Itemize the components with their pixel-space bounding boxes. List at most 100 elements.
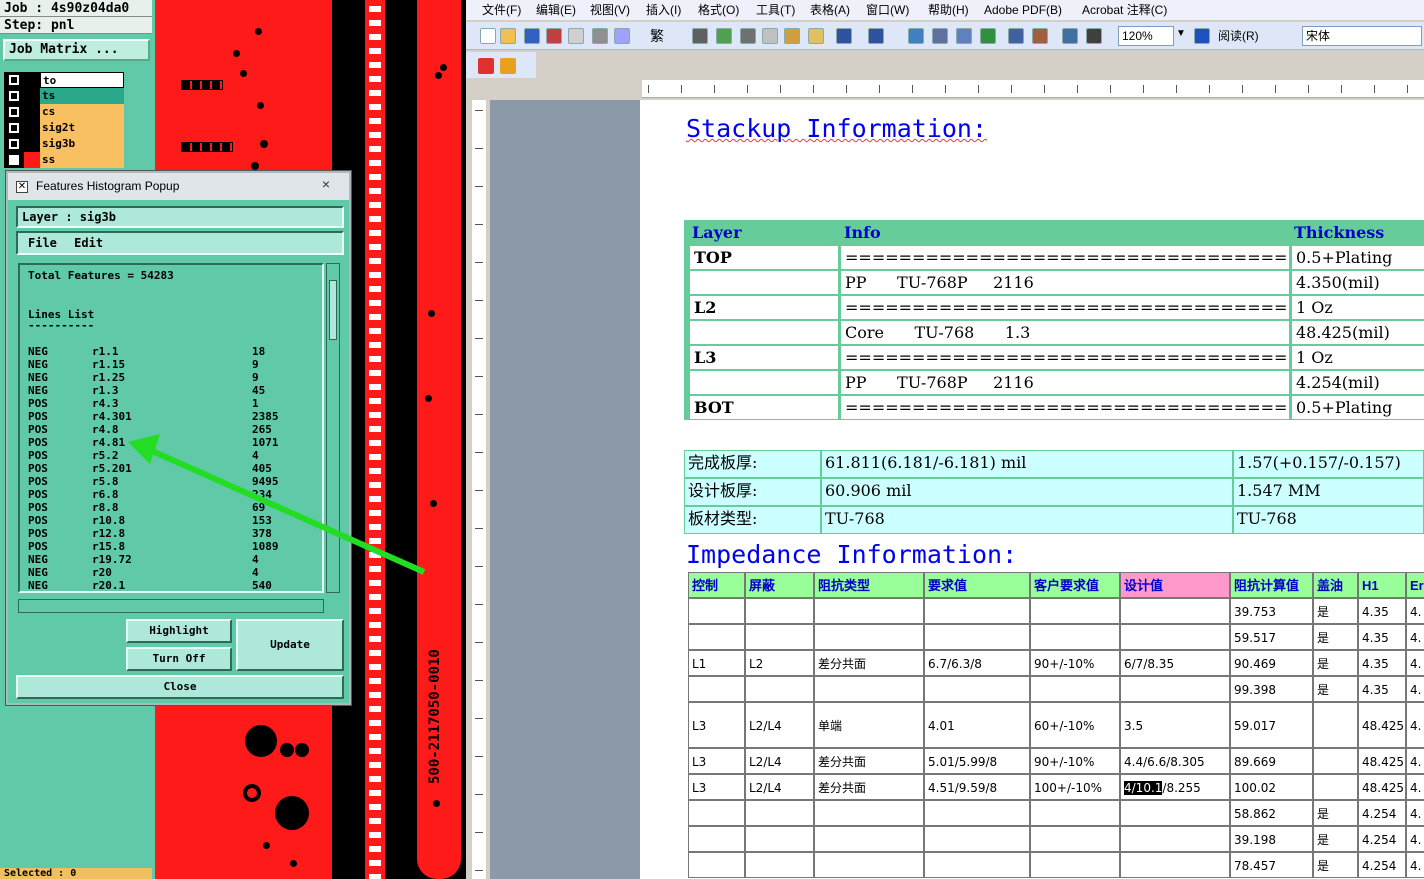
selected-text[interactable]: 4/10.1 <box>1124 781 1163 795</box>
imp-cell: 4.4/6.6/8.305 <box>1120 748 1230 774</box>
read-mode-button[interactable]: 阅读(R) <box>1218 27 1259 45</box>
tb-doc-map-icon[interactable] <box>1062 28 1078 44</box>
ruler-tick <box>475 490 483 491</box>
menu-item-0[interactable]: 文件(F) <box>482 0 521 20</box>
cam-application: 500-2117050-0010 Job : 4s90z04da0 Step: … <box>0 0 466 879</box>
menu-item-1[interactable]: 编辑(E) <box>536 0 576 20</box>
ruler-tick <box>475 566 483 567</box>
tb-format-painter-icon[interactable] <box>808 28 824 44</box>
ruler-tick <box>475 870 483 871</box>
imp-header-4: 客户要求值 <box>1030 572 1120 598</box>
ruler-tick <box>1011 85 1012 93</box>
tb-email-icon[interactable] <box>568 28 584 44</box>
pdf-icon[interactable] <box>478 58 494 74</box>
imp-cell: 是 <box>1313 676 1358 702</box>
pdf-email-icon[interactable] <box>500 58 516 74</box>
imp-header-7: 盖油 <box>1313 572 1358 598</box>
menu-item-5[interactable]: 工具(T) <box>756 0 795 20</box>
imp-cell: 单端 <box>814 702 924 748</box>
tb-new-doc-icon[interactable] <box>480 28 496 44</box>
document-page[interactable]: Stackup Information: Layer Info Thicknes… <box>640 100 1424 879</box>
imp-cell: 4. <box>1406 624 1424 650</box>
vertical-ruler[interactable] <box>472 100 486 879</box>
ruler-tick <box>1143 85 1144 93</box>
imp-cell: L2 <box>745 650 814 676</box>
menu-item-6[interactable]: 表格(A) <box>810 0 850 20</box>
thickness-label: 设计板厚: <box>684 478 821 506</box>
imp-cell: 78.457 <box>1230 852 1313 878</box>
tb-print-preview-icon[interactable] <box>614 28 630 44</box>
menu-item-8[interactable]: 帮助(H) <box>928 0 969 20</box>
stack-info-cell: PP TU-768P 2116 <box>841 271 1289 294</box>
tb-print-icon[interactable] <box>592 28 608 44</box>
stack-header-info: Info <box>844 223 881 242</box>
stack-thickness-cell: 4.350(mil) <box>1292 271 1424 294</box>
tb-undo-icon[interactable] <box>836 28 852 44</box>
imp-cell: L3 <box>688 702 745 748</box>
menu-item-2[interactable]: 视图(V) <box>590 0 630 20</box>
imp-cell: L1 <box>688 650 745 676</box>
horizontal-ruler[interactable] <box>642 80 1424 98</box>
stack-info-cell: ==================================== <box>841 296 1289 319</box>
tb-redo-icon[interactable] <box>868 28 884 44</box>
ruler-tick <box>475 452 483 453</box>
annotation-arrow <box>128 434 426 575</box>
tb-research-icon[interactable] <box>692 28 708 44</box>
thickness-label: 完成板厚: <box>684 450 821 478</box>
chevron-down-icon[interactable]: ▼ <box>1176 28 1186 39</box>
tb-cut-icon[interactable] <box>740 28 756 44</box>
imp-cell: 4. <box>1406 826 1424 852</box>
imp-cell <box>745 676 814 702</box>
imp-cell: 是 <box>1313 852 1358 878</box>
ruler-tick <box>1341 85 1342 93</box>
ruler-tick <box>780 85 781 93</box>
menu-item-9[interactable]: Adobe PDF(B) <box>984 0 1062 20</box>
imp-cell <box>814 800 924 826</box>
menu-item-7[interactable]: 窗口(W) <box>866 0 909 20</box>
stack-thickness-cell: 48.425(mil) <box>1292 321 1424 344</box>
imp-cell: 4.51/9.59/8 <box>924 774 1030 800</box>
imp-cell: 90.469 <box>1230 650 1313 676</box>
menu-item-3[interactable]: 插入(I) <box>646 0 681 20</box>
tb-tables-icon[interactable] <box>932 28 948 44</box>
stack-layer-cell <box>690 321 838 344</box>
stack-info-cell: ==================================== <box>841 396 1289 419</box>
imp-cell <box>688 826 745 852</box>
imp-cell: 4. <box>1406 852 1424 878</box>
stack-thickness-cell: 0.5+Plating <box>1292 396 1424 419</box>
tb-spell-icon[interactable] <box>716 28 732 44</box>
imp-cell: L2/L4 <box>745 702 814 748</box>
word-application: 文件(F) 编辑(E) 视图(V) 插入(I) 格式(O) 工具(T) 表格(A) 窗口(W)… <box>466 0 1424 879</box>
tb-save-icon[interactable] <box>524 28 540 44</box>
imp-cell: 4. <box>1406 650 1424 676</box>
tb-hyperlink-icon[interactable] <box>908 28 924 44</box>
zoom-select[interactable]: 120% <box>1118 26 1174 46</box>
tb-paste-icon[interactable] <box>784 28 800 44</box>
ruler-tick <box>475 376 483 377</box>
tb-drawing-icon[interactable] <box>1032 28 1048 44</box>
imp-cell <box>1313 748 1358 774</box>
imp-cell <box>688 676 745 702</box>
imp-header-9: Er <box>1406 572 1424 598</box>
imp-cell: 59.517 <box>1230 624 1313 650</box>
menu-item-4[interactable]: 格式(O) <box>698 0 739 20</box>
imp-cell: 是 <box>1313 624 1358 650</box>
imp-cell: 48.425 <box>1358 702 1406 748</box>
imp-cell <box>1030 676 1120 702</box>
tb-copy-icon[interactable] <box>762 28 778 44</box>
traditional-chinese-button[interactable]: 繁 <box>650 26 664 46</box>
tb-show-hide-icon[interactable] <box>1086 28 1102 44</box>
tb-open-icon[interactable] <box>500 28 516 44</box>
tb-insert-table-icon[interactable] <box>956 28 972 44</box>
tb-excel-icon[interactable] <box>980 28 996 44</box>
tb-help-icon[interactable] <box>1194 28 1210 44</box>
font-select[interactable]: 宋体 <box>1302 26 1422 46</box>
tb-permission-icon[interactable] <box>546 28 562 44</box>
tb-columns-icon[interactable] <box>1008 28 1024 44</box>
ruler-tick <box>945 85 946 93</box>
imp-header-8: H1 <box>1358 572 1406 598</box>
imp-cell: 4.35 <box>1358 598 1406 624</box>
imp-cell: 4.254 <box>1358 800 1406 826</box>
menu-item-10[interactable]: Acrobat 注释(C) <box>1082 0 1167 20</box>
imp-cell <box>1030 852 1120 878</box>
